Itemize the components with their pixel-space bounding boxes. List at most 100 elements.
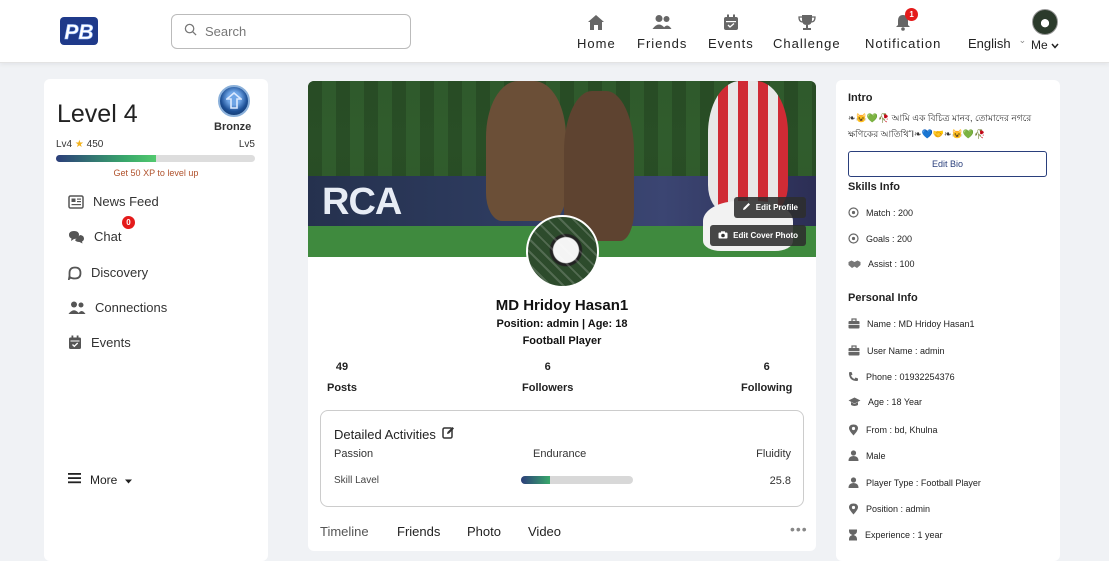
profile-role-line: Football Player xyxy=(522,335,602,347)
me-label: Me xyxy=(1031,38,1048,52)
profile-position-line: Position: admin | Age: 18 xyxy=(496,318,628,330)
user-icon xyxy=(848,450,859,461)
edit-cover-photo-button[interactable]: Edit Cover Photo xyxy=(710,225,806,246)
nav-events-label: Events xyxy=(708,36,754,51)
personal-age: Age : 18 Year xyxy=(848,397,922,407)
sidebar-item-discovery[interactable]: Discovery xyxy=(68,265,148,280)
personal-text: Position : admin xyxy=(866,504,931,514)
search-input[interactable] xyxy=(205,24,395,39)
personal-text: From : bd, Khulna xyxy=(866,425,938,435)
tab-timeline[interactable]: Timeline xyxy=(320,524,369,539)
skill-text: Goals : 200 xyxy=(866,233,913,244)
chevron-down-icon: ⌄ xyxy=(1018,35,1027,45)
cover-player xyxy=(708,81,788,211)
sidebar-item-label: News Feed xyxy=(93,194,159,209)
stat-value: 49 xyxy=(335,361,349,373)
hourglass-icon xyxy=(848,529,858,541)
connections-icon xyxy=(68,301,86,315)
nav-challenge[interactable]: Challenge xyxy=(773,12,841,51)
pb-logo[interactable]: PB xyxy=(59,14,99,48)
personal-from: From : bd, Khulna xyxy=(848,424,938,436)
detailed-activities-card: Detailed Activities Passion Endurance Fl… xyxy=(320,410,804,507)
edit-icon[interactable] xyxy=(442,426,455,442)
friends-icon xyxy=(652,12,672,32)
tab-video[interactable]: Video xyxy=(528,524,561,539)
cover-player xyxy=(486,81,566,221)
calendar-check-icon xyxy=(68,335,82,350)
me-menu[interactable]: Me xyxy=(1031,9,1059,52)
skill-level-value: 25.8 xyxy=(769,475,791,487)
right-info-panel: Intro ❧😺💚🥀 আমি এক বিচিত্র মানব, তোমাদের … xyxy=(836,80,1060,561)
trophy-icon xyxy=(798,12,816,32)
xp-progress-fill xyxy=(56,155,156,162)
stat-followers[interactable]: 6 Followers xyxy=(522,361,573,394)
activity-header-fluidity: Fluidity xyxy=(756,448,791,460)
nav-notification-label: Notification xyxy=(865,36,942,51)
sidebar-item-chat[interactable]: Chat 0 xyxy=(68,216,135,244)
stat-posts[interactable]: 49 Posts xyxy=(327,361,357,394)
tab-photo[interactable]: Photo xyxy=(467,524,501,539)
personal-text: Phone : 01932254376 xyxy=(866,371,955,382)
stat-following[interactable]: 6 Following xyxy=(741,361,792,394)
nav-events[interactable]: Events xyxy=(708,12,754,51)
personal-heading: Personal Info xyxy=(848,292,918,304)
stat-label: Followers xyxy=(522,382,574,394)
sidebar-item-label: Events xyxy=(91,335,131,350)
nav-home[interactable]: Home xyxy=(577,12,616,51)
stat-label: Posts xyxy=(327,382,357,394)
personal-experience: Experience : 1 year xyxy=(848,529,943,541)
chevron-down-icon xyxy=(1051,38,1059,52)
edit-profile-label: Edit Profile xyxy=(755,203,798,212)
sidebar-item-news-feed[interactable]: News Feed xyxy=(68,194,159,209)
soccer-ball-icon xyxy=(848,233,859,244)
personal-text: User Name : admin xyxy=(867,345,945,356)
activities-title-text: Detailed Activities xyxy=(334,426,436,442)
sidebar-item-label: Connections xyxy=(95,300,168,315)
skill-match: Match : 200 xyxy=(848,207,913,218)
stat-value: 6 xyxy=(763,361,770,373)
search-icon xyxy=(184,23,197,41)
personal-text: Age : 18 Year xyxy=(868,397,923,407)
skill-level-label: Skill Lavel xyxy=(334,475,380,486)
profile-card: RCA Edit Profile Edit Cover Photo MD Hri… xyxy=(308,81,816,551)
home-icon xyxy=(587,12,605,32)
personal-name: Name : MD Hridoy Hasan1 xyxy=(848,318,975,329)
phone-icon xyxy=(848,371,859,382)
nav-friends[interactable]: Friends xyxy=(637,12,687,51)
intro-heading: Intro xyxy=(848,92,873,104)
skill-level-bar xyxy=(521,476,633,484)
sidebar-item-events[interactable]: Events xyxy=(68,335,131,350)
camera-icon xyxy=(718,230,728,241)
edit-bio-button[interactable]: Edit Bio xyxy=(848,151,1047,177)
newspaper-icon xyxy=(68,194,84,209)
svg-text:PB: PB xyxy=(64,21,93,44)
skill-assist: Assist : 100 xyxy=(848,259,915,269)
chat-icon xyxy=(68,230,85,244)
notification-badge: 1 xyxy=(905,8,919,21)
personal-text: Experience : 1 year xyxy=(865,530,943,540)
nav-home-label: Home xyxy=(577,36,616,51)
location-pin-icon xyxy=(848,424,859,436)
level-row: Lv4 ★ 450 Lv5 xyxy=(56,139,255,150)
more-options-icon[interactable]: ••• xyxy=(790,521,808,537)
tab-friends[interactable]: Friends xyxy=(397,524,440,539)
rank-badge-icon xyxy=(218,85,250,117)
stat-label: Following xyxy=(741,382,793,394)
graduation-cap-icon xyxy=(848,397,861,407)
language-label: English xyxy=(968,36,1011,51)
search-box[interactable] xyxy=(171,14,411,49)
profile-name: MD Hridoy Hasan1 xyxy=(495,297,629,314)
sidebar-item-connections[interactable]: Connections xyxy=(68,300,167,315)
skill-text: Assist : 100 xyxy=(868,259,915,269)
activity-header-endurance: Endurance xyxy=(533,448,587,460)
edit-profile-button[interactable]: Edit Profile xyxy=(733,197,806,218)
nav-notification[interactable]: 1 Notification xyxy=(865,8,942,51)
more-menu-button[interactable]: More xyxy=(68,472,133,487)
xp-value: 450 xyxy=(86,139,104,150)
stat-value: 6 xyxy=(544,361,551,373)
language-selector[interactable]: English ⌄ xyxy=(968,35,1027,51)
personal-text: Player Type : Football Player xyxy=(866,477,981,488)
profile-avatar[interactable] xyxy=(526,215,599,288)
personal-text: Male xyxy=(866,450,886,461)
hamburger-icon xyxy=(68,472,82,487)
